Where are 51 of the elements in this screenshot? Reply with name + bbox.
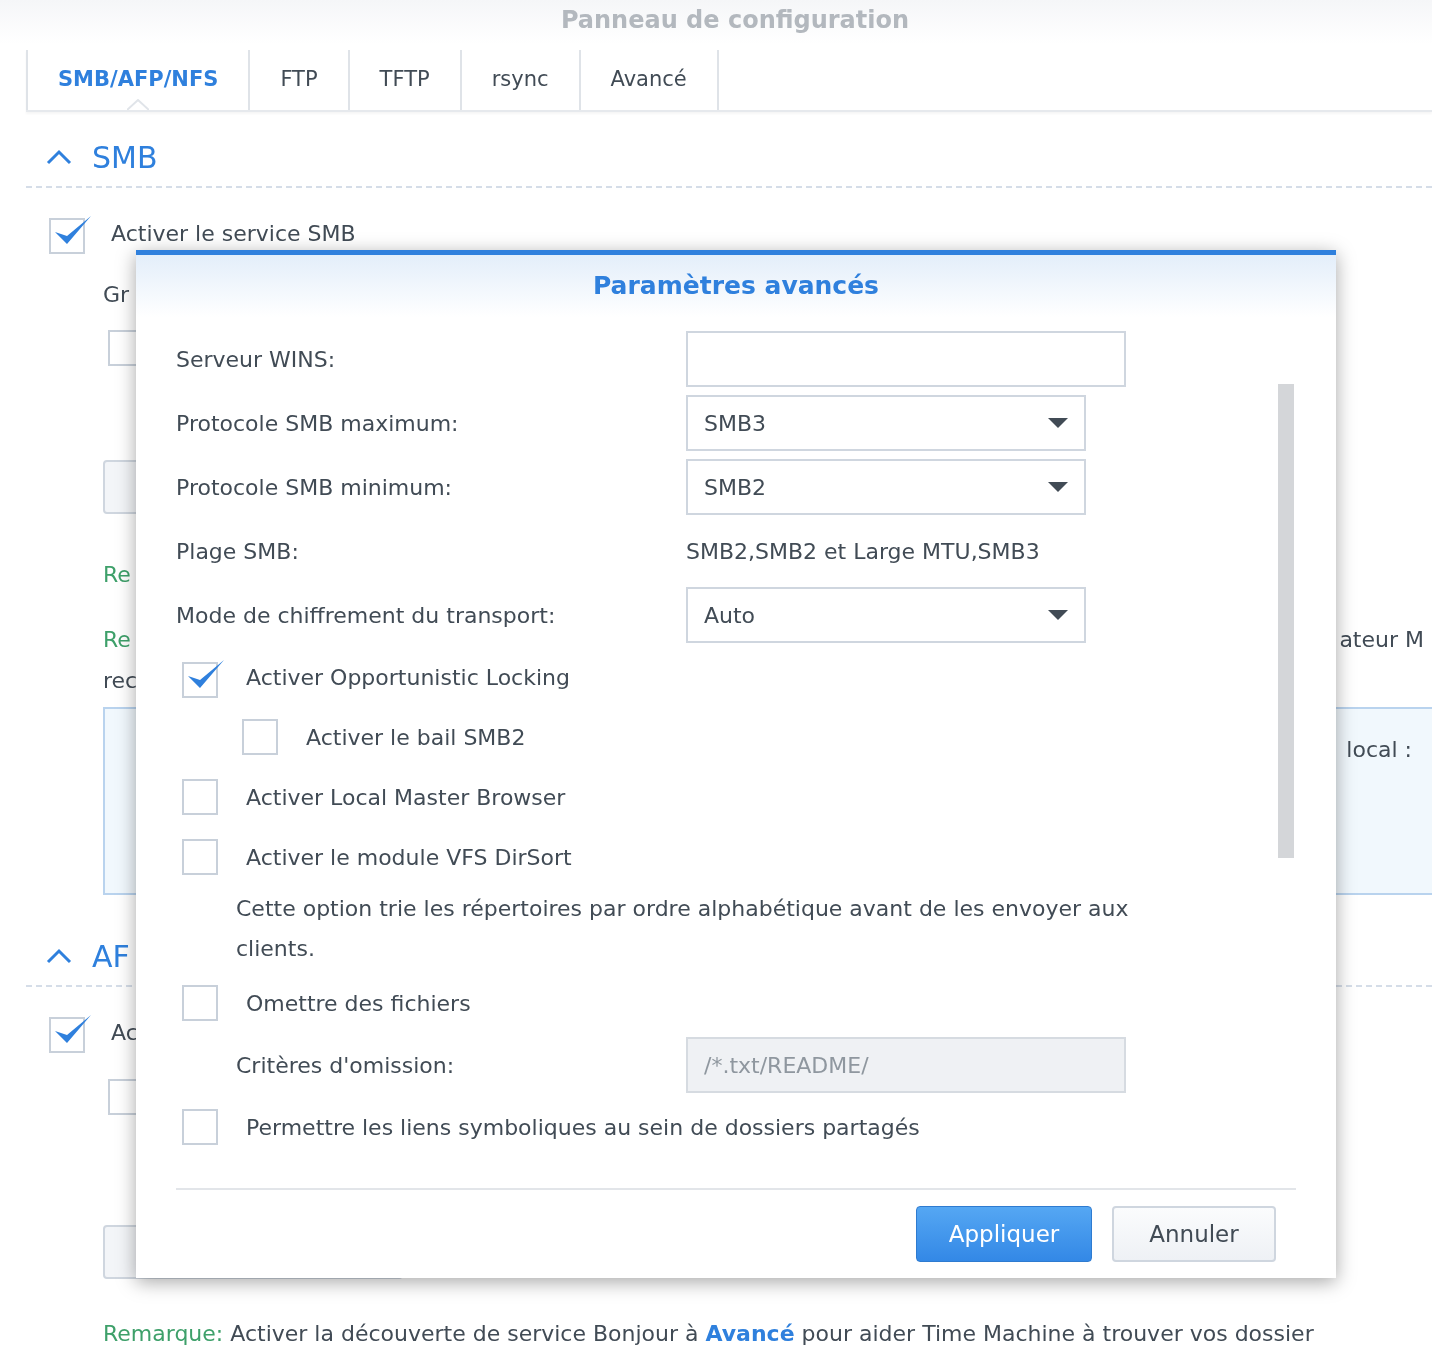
checkbox-label: Activer le module VFS DirSort — [246, 843, 572, 872]
tab[interactable]: FTP — [248, 50, 348, 110]
info-text: local : — [1346, 736, 1412, 764]
note-text: Activer la découverte de service Bonjour à — [230, 1321, 699, 1346]
checkbox[interactable] — [182, 839, 218, 875]
note-label: Re — [103, 562, 131, 587]
checkbox-label: Ac — [111, 1018, 138, 1047]
dropdown[interactable]: SMB2 — [686, 459, 1086, 515]
window-title: Panneau de configuration — [560, 5, 910, 36]
tab[interactable]: TFTP — [347, 50, 460, 110]
link[interactable]: Avancé — [705, 1321, 795, 1346]
checkbox-label: Permettre les liens symboliques au sein de dossiers partagés — [246, 1113, 920, 1142]
checkbox-label: Activer le bail SMB2 — [306, 723, 526, 752]
note-label: Re — [103, 626, 131, 654]
checkbox[interactable] — [182, 779, 218, 815]
field-value: SMB2,SMB2 et Large MTU,SMB3 — [686, 537, 1040, 566]
tab[interactable]: rsync — [459, 50, 579, 110]
note-text: rec — [103, 668, 138, 693]
dropdown[interactable]: Auto — [686, 587, 1086, 643]
dropdown[interactable]: SMB3 — [686, 395, 1086, 451]
field-label: Protocole SMB maximum: — [176, 409, 460, 438]
field-label: Mode de chiffrement du transport: — [176, 601, 557, 630]
dialog-title: Paramètres avancés — [592, 270, 879, 303]
field-label: Plage SMB: — [176, 537, 300, 566]
tab[interactable]: Avancé — [578, 50, 719, 110]
checkbox-label: Activer Opportunistic Locking — [246, 663, 570, 692]
checkbox-label: Activer Local Master Browser — [246, 783, 566, 812]
field-label: Serveur WINS: — [176, 345, 337, 374]
field-label: Gr — [103, 282, 130, 307]
caret-icon — [1048, 610, 1068, 620]
input-field[interactable] — [686, 331, 1126, 387]
note-label: Remarque: — [103, 1321, 224, 1346]
chevron-up-icon[interactable] — [46, 149, 72, 165]
checkbox[interactable] — [182, 1109, 218, 1145]
checkbox-label: Activer le service SMB — [111, 219, 356, 248]
checkbox[interactable] — [242, 719, 278, 755]
chevron-up-icon[interactable] — [46, 948, 72, 964]
field-label: Critères d'omission: — [235, 1051, 456, 1080]
note-text: ateur M — [1339, 626, 1424, 654]
tab[interactable]: SMB/AFP/NFS — [26, 50, 249, 110]
checkbox[interactable] — [182, 985, 218, 1021]
section-title: SMB — [92, 138, 158, 177]
caret-icon — [1048, 418, 1068, 428]
note-text: pour aider Time Machine à trouver vos dossier — [801, 1321, 1314, 1346]
section-title: AF — [92, 937, 130, 976]
description-text: Cette option trie les répertoires par ordre alphabétique avant de les envoyer aux clients. — [235, 895, 1130, 963]
checkbox-label: Omettre des fichiers — [246, 989, 471, 1018]
caret-icon — [1048, 482, 1068, 492]
field-label: Protocole SMB minimum: — [176, 473, 454, 502]
button[interactable]: Annuler — [1112, 1206, 1276, 1262]
scrollbar[interactable] — [1278, 384, 1294, 858]
